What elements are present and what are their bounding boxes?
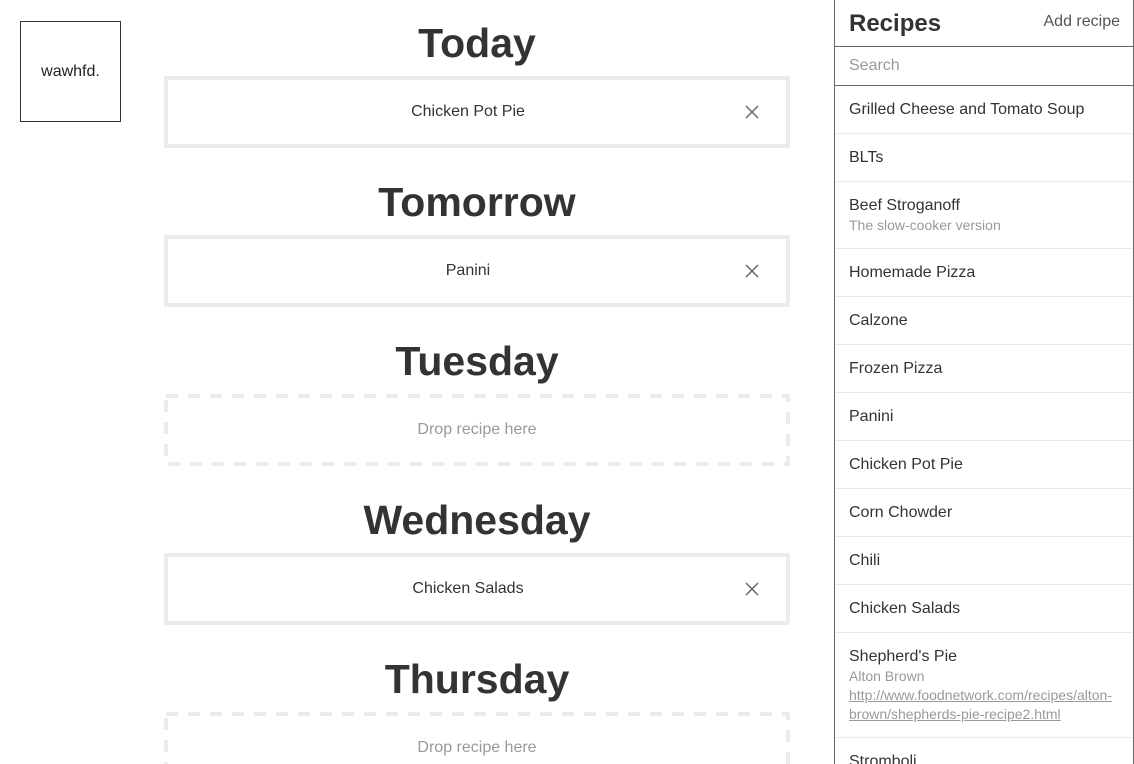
day-tuesday: Tuesday Drop recipe here bbox=[164, 318, 790, 477]
day-title: Thursday bbox=[384, 656, 570, 702]
recipe-name: Corn Chowder bbox=[849, 504, 953, 521]
recipe-drop-zone[interactable]: Drop recipe here bbox=[164, 394, 790, 466]
slot-recipe-name: Chicken Salads bbox=[412, 580, 524, 597]
recipe-slot[interactable]: Chicken Pot Pie bbox=[164, 76, 790, 148]
recipe-name: Chicken Pot Pie bbox=[849, 456, 963, 473]
add-recipe-button[interactable]: Add recipe bbox=[1044, 13, 1121, 31]
recipe-name: Panini bbox=[849, 408, 894, 425]
recipe-name: Stromboli bbox=[849, 753, 917, 764]
day-tomorrow: Tomorrow Panini bbox=[164, 159, 790, 318]
slot-recipe-name: Panini bbox=[445, 262, 491, 279]
list-item[interactable]: Stromboli bbox=[835, 738, 1133, 764]
recipe-note: The slow-cooker version bbox=[849, 217, 1001, 233]
close-icon[interactable] bbox=[744, 263, 760, 279]
recipe-slot[interactable]: Chicken Salads bbox=[164, 553, 790, 625]
list-item[interactable]: Corn Chowder bbox=[835, 489, 1133, 537]
recipe-name: Chili bbox=[849, 552, 881, 569]
recipe-name: Frozen Pizza bbox=[849, 360, 943, 377]
search-bar bbox=[835, 47, 1133, 86]
day-wednesday: Wednesday Chicken Salads bbox=[164, 477, 790, 636]
list-item[interactable]: Chili bbox=[835, 537, 1133, 585]
list-item[interactable]: Beef Stroganoff The slow-cooker version bbox=[835, 182, 1133, 249]
day-title: Tuesday bbox=[395, 338, 559, 384]
list-item[interactable]: Calzone bbox=[835, 297, 1133, 345]
recipe-name: Homemade Pizza bbox=[849, 264, 976, 281]
recipe-name: Beef Stroganoff bbox=[849, 197, 960, 214]
recipe-list: Grilled Cheese and Tomato Soup BLTs Beef… bbox=[835, 86, 1133, 764]
search-input[interactable] bbox=[849, 57, 1119, 75]
recipe-link[interactable]: brown/shepherds-pie-recipe2.html bbox=[849, 705, 1119, 724]
recipe-name: Chicken Salads bbox=[849, 600, 961, 617]
logo-text: wawhfd. bbox=[41, 62, 100, 80]
recipe-name: BLTs bbox=[849, 149, 884, 166]
recipe-note: Alton Brown bbox=[849, 668, 925, 684]
recipe-slot[interactable]: Panini bbox=[164, 235, 790, 307]
recipe-name: Calzone bbox=[849, 312, 908, 329]
day-title: Tomorrow bbox=[378, 179, 576, 225]
day-title: Today bbox=[418, 20, 536, 66]
meal-planner: Today Chicken Pot Pie Tomorrow Panini Tu… bbox=[164, 0, 790, 764]
day-today: Today Chicken Pot Pie bbox=[164, 0, 790, 159]
list-item[interactable]: Chicken Pot Pie bbox=[835, 441, 1133, 489]
app-logo[interactable]: wawhfd. bbox=[20, 21, 121, 122]
recipe-name: Grilled Cheese and Tomato Soup bbox=[849, 101, 1085, 118]
list-item[interactable]: Panini bbox=[835, 393, 1133, 441]
sidebar-header: Recipes Add recipe bbox=[835, 0, 1133, 47]
list-item[interactable]: Shepherd's Pie Alton Brown http://www.fo… bbox=[835, 633, 1133, 738]
day-title: Wednesday bbox=[363, 497, 591, 543]
close-icon[interactable] bbox=[744, 581, 760, 597]
close-icon[interactable] bbox=[744, 104, 760, 120]
drop-placeholder: Drop recipe here bbox=[417, 739, 537, 756]
list-item[interactable]: Chicken Salads bbox=[835, 585, 1133, 633]
list-item[interactable]: Frozen Pizza bbox=[835, 345, 1133, 393]
list-item[interactable]: BLTs bbox=[835, 134, 1133, 182]
day-thursday: Thursday Drop recipe here bbox=[164, 636, 790, 764]
list-item[interactable]: Grilled Cheese and Tomato Soup bbox=[835, 86, 1133, 134]
recipes-sidebar: Recipes Add recipe Grilled Cheese and To… bbox=[834, 0, 1134, 764]
slot-recipe-name: Chicken Pot Pie bbox=[411, 103, 525, 120]
sidebar-title: Recipes bbox=[849, 10, 942, 37]
recipe-drop-zone[interactable]: Drop recipe here bbox=[164, 712, 790, 764]
drop-placeholder: Drop recipe here bbox=[417, 421, 537, 438]
recipe-link[interactable]: http://www.foodnetwork.com/recipes/alton… bbox=[849, 686, 1119, 705]
list-item[interactable]: Homemade Pizza bbox=[835, 249, 1133, 297]
recipe-name: Shepherd's Pie bbox=[849, 648, 958, 665]
